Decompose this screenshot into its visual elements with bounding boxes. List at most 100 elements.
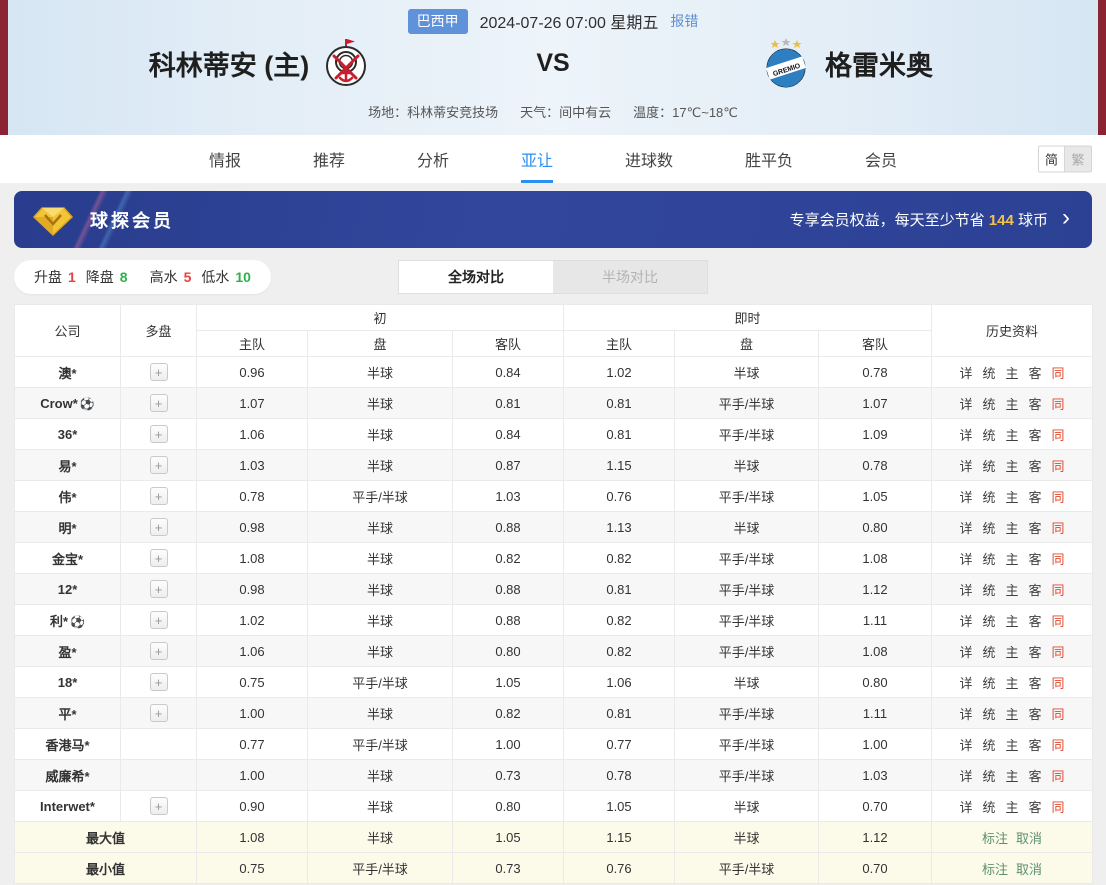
link-detail[interactable]: 详 bbox=[959, 428, 972, 443]
link-detail[interactable]: 详 bbox=[959, 397, 972, 412]
expand-odds-button[interactable]: + bbox=[150, 363, 168, 381]
expand-odds-button[interactable]: + bbox=[150, 487, 168, 505]
link-mark[interactable]: 标注 bbox=[982, 862, 1008, 877]
link-away[interactable]: 客 bbox=[1029, 490, 1042, 505]
link-home[interactable]: 主 bbox=[1006, 645, 1019, 660]
link-away[interactable]: 客 bbox=[1029, 366, 1042, 381]
compare-tab-half-match[interactable]: 半场对比 bbox=[553, 261, 707, 293]
vip-promo[interactable]: 专享会员权益，每天至少节省 144 球币 › bbox=[790, 209, 1070, 230]
link-cancel[interactable]: 取消 bbox=[1016, 862, 1042, 877]
link-stats[interactable]: 统 bbox=[982, 707, 995, 722]
link-mark[interactable]: 标注 bbox=[982, 831, 1008, 846]
link-stats[interactable]: 统 bbox=[982, 676, 995, 691]
nav-tab-analysis[interactable]: 分析 bbox=[417, 135, 449, 183]
link-stats[interactable]: 统 bbox=[982, 614, 995, 629]
link-home[interactable]: 主 bbox=[1006, 583, 1019, 598]
link-detail[interactable]: 详 bbox=[959, 614, 972, 629]
link-away[interactable]: 客 bbox=[1029, 800, 1042, 815]
link-away[interactable]: 客 bbox=[1029, 428, 1042, 443]
link-detail[interactable]: 详 bbox=[959, 366, 972, 381]
nav-tab-win-draw-lose[interactable]: 胜平负 bbox=[745, 135, 793, 183]
link-stats[interactable]: 统 bbox=[982, 366, 995, 381]
link-detail[interactable]: 详 bbox=[959, 800, 972, 815]
link-home[interactable]: 主 bbox=[1006, 738, 1019, 753]
lang-traditional-button[interactable]: 繁 bbox=[1065, 146, 1092, 173]
vip-banner[interactable]: 球探会员 专享会员权益，每天至少节省 144 球币 › bbox=[14, 191, 1092, 248]
link-same[interactable]: 同 bbox=[1052, 521, 1065, 536]
link-home[interactable]: 主 bbox=[1006, 366, 1019, 381]
link-away[interactable]: 客 bbox=[1029, 738, 1042, 753]
link-away[interactable]: 客 bbox=[1029, 583, 1042, 598]
link-away[interactable]: 客 bbox=[1029, 459, 1042, 474]
link-stats[interactable]: 统 bbox=[982, 583, 995, 598]
link-home[interactable]: 主 bbox=[1006, 397, 1019, 412]
expand-odds-button[interactable]: + bbox=[150, 425, 168, 443]
link-away[interactable]: 客 bbox=[1029, 707, 1042, 722]
link-same[interactable]: 同 bbox=[1052, 738, 1065, 753]
link-same[interactable]: 同 bbox=[1052, 583, 1065, 598]
link-home[interactable]: 主 bbox=[1006, 769, 1019, 784]
link-home[interactable]: 主 bbox=[1006, 676, 1019, 691]
expand-odds-button[interactable]: + bbox=[150, 611, 168, 629]
link-detail[interactable]: 详 bbox=[959, 521, 972, 536]
link-stats[interactable]: 统 bbox=[982, 397, 995, 412]
link-same[interactable]: 同 bbox=[1052, 800, 1065, 815]
link-same[interactable]: 同 bbox=[1052, 769, 1065, 784]
expand-odds-button[interactable]: + bbox=[150, 673, 168, 691]
expand-odds-button[interactable]: + bbox=[150, 704, 168, 722]
link-away[interactable]: 客 bbox=[1029, 769, 1042, 784]
expand-odds-button[interactable]: + bbox=[150, 549, 168, 567]
link-detail[interactable]: 详 bbox=[959, 552, 972, 567]
link-stats[interactable]: 统 bbox=[982, 521, 995, 536]
expand-odds-button[interactable]: + bbox=[150, 456, 168, 474]
link-detail[interactable]: 详 bbox=[959, 676, 972, 691]
link-same[interactable]: 同 bbox=[1052, 459, 1065, 474]
expand-odds-button[interactable]: + bbox=[150, 394, 168, 412]
expand-odds-button[interactable]: + bbox=[150, 518, 168, 536]
link-home[interactable]: 主 bbox=[1006, 800, 1019, 815]
link-same[interactable]: 同 bbox=[1052, 707, 1065, 722]
link-home[interactable]: 主 bbox=[1006, 614, 1019, 629]
link-detail[interactable]: 详 bbox=[959, 738, 972, 753]
link-home[interactable]: 主 bbox=[1006, 459, 1019, 474]
nav-tab-recommend[interactable]: 推荐 bbox=[313, 135, 345, 183]
expand-odds-button[interactable]: + bbox=[150, 797, 168, 815]
nav-tab-goals[interactable]: 进球数 bbox=[625, 135, 673, 183]
nav-tab-intel[interactable]: 情报 bbox=[209, 135, 241, 183]
link-home[interactable]: 主 bbox=[1006, 707, 1019, 722]
link-same[interactable]: 同 bbox=[1052, 490, 1065, 505]
link-same[interactable]: 同 bbox=[1052, 645, 1065, 660]
link-away[interactable]: 客 bbox=[1029, 397, 1042, 412]
link-cancel[interactable]: 取消 bbox=[1016, 831, 1042, 846]
link-same[interactable]: 同 bbox=[1052, 397, 1065, 412]
link-away[interactable]: 客 bbox=[1029, 521, 1042, 536]
link-away[interactable]: 客 bbox=[1029, 614, 1042, 629]
link-same[interactable]: 同 bbox=[1052, 428, 1065, 443]
link-stats[interactable]: 统 bbox=[982, 428, 995, 443]
link-away[interactable]: 客 bbox=[1029, 676, 1042, 691]
link-home[interactable]: 主 bbox=[1006, 552, 1019, 567]
compare-tab-full-match[interactable]: 全场对比 bbox=[399, 261, 553, 293]
link-detail[interactable]: 详 bbox=[959, 707, 972, 722]
link-stats[interactable]: 统 bbox=[982, 459, 995, 474]
expand-odds-button[interactable]: + bbox=[150, 642, 168, 660]
link-stats[interactable]: 统 bbox=[982, 552, 995, 567]
link-away[interactable]: 客 bbox=[1029, 645, 1042, 660]
nav-tab-member[interactable]: 会员 bbox=[865, 135, 897, 183]
link-same[interactable]: 同 bbox=[1052, 614, 1065, 629]
link-detail[interactable]: 详 bbox=[959, 490, 972, 505]
lang-simplified-button[interactable]: 简 bbox=[1038, 146, 1065, 173]
link-same[interactable]: 同 bbox=[1052, 366, 1065, 381]
link-same[interactable]: 同 bbox=[1052, 552, 1065, 567]
nav-tab-asian-handicap[interactable]: 亚让 bbox=[521, 135, 553, 183]
expand-odds-button[interactable]: + bbox=[150, 580, 168, 598]
link-detail[interactable]: 详 bbox=[959, 583, 972, 598]
link-detail[interactable]: 详 bbox=[959, 459, 972, 474]
link-same[interactable]: 同 bbox=[1052, 676, 1065, 691]
link-away[interactable]: 客 bbox=[1029, 552, 1042, 567]
link-stats[interactable]: 统 bbox=[982, 738, 995, 753]
link-home[interactable]: 主 bbox=[1006, 428, 1019, 443]
link-stats[interactable]: 统 bbox=[982, 800, 995, 815]
link-detail[interactable]: 详 bbox=[959, 645, 972, 660]
link-home[interactable]: 主 bbox=[1006, 490, 1019, 505]
